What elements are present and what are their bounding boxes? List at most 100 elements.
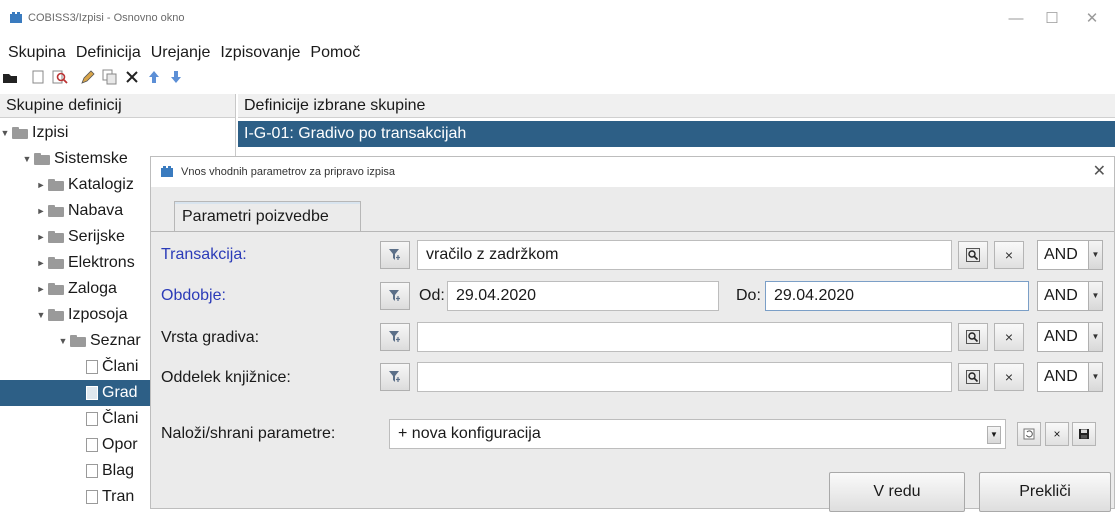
menu-definicija[interactable]: Definicija bbox=[76, 44, 141, 62]
tree-node-zaloga[interactable]: ► Zaloga bbox=[36, 276, 117, 302]
move-up-icon[interactable] bbox=[144, 67, 164, 87]
cobiss-app-icon bbox=[10, 12, 22, 23]
save-icon[interactable] bbox=[1072, 422, 1096, 446]
clear-icon[interactable]: × bbox=[994, 323, 1024, 351]
tree-node-nabava[interactable]: ► Nabava bbox=[36, 198, 124, 224]
document-icon bbox=[86, 438, 98, 452]
document-icon bbox=[86, 464, 98, 478]
folder-icon bbox=[34, 153, 50, 165]
operator-select[interactable]: AND ▼ bbox=[1037, 322, 1103, 352]
tree-node-blagajna[interactable]: Blag bbox=[86, 458, 134, 484]
vrsta-gradiva-field[interactable] bbox=[417, 322, 952, 352]
tree-node-sistemske[interactable]: ▼ Sistemske bbox=[22, 146, 128, 172]
tree-node-opomini[interactable]: Opor bbox=[86, 432, 138, 458]
collapsed-arrow-icon[interactable]: ► bbox=[36, 172, 46, 198]
tree-node-izpisi[interactable]: ▼ Izpisi bbox=[0, 120, 69, 146]
tree-node-transakcije[interactable]: Tran bbox=[86, 484, 134, 510]
search-icon[interactable] bbox=[958, 363, 988, 391]
tree-node-clani-1[interactable]: Člani bbox=[86, 354, 138, 380]
tree-node-label: Seznar bbox=[90, 332, 141, 349]
filter-icon[interactable] bbox=[380, 363, 410, 391]
tree-node-label: Zaloga bbox=[68, 280, 117, 297]
menu-izpisovanje[interactable]: Izpisovanje bbox=[220, 44, 300, 62]
config-select[interactable]: + nova konfiguracija ▼ bbox=[389, 419, 1006, 449]
folder-icon bbox=[48, 257, 64, 269]
vrsta-gradiva-label: Vrsta gradiva: bbox=[161, 329, 260, 346]
tree-node-izposoja[interactable]: ▼ Izposoja bbox=[36, 302, 128, 328]
tree-node-label: Člani bbox=[102, 358, 139, 375]
menu-pomoc[interactable]: Pomoč bbox=[310, 44, 360, 62]
operator-value: AND bbox=[1044, 328, 1078, 345]
config-label: Naloži/shrani parametre: bbox=[161, 425, 336, 442]
parameters-dialog: Vnos vhodnih parametrov za pripravo izpi… bbox=[150, 156, 1115, 512]
clear-icon[interactable]: × bbox=[994, 241, 1024, 269]
expanded-arrow-icon[interactable]: ▼ bbox=[36, 302, 46, 328]
new-icon[interactable] bbox=[28, 67, 48, 87]
tree-node-label: Grad bbox=[102, 384, 138, 401]
tree-node-label: Serijske bbox=[68, 228, 125, 245]
folder-icon bbox=[48, 309, 64, 321]
delete-icon[interactable] bbox=[122, 67, 142, 87]
od-date-field[interactable]: 29.04.2020 bbox=[447, 281, 719, 311]
menu-skupina[interactable]: Skupina bbox=[8, 44, 66, 62]
tab-parametri-poizvedbe[interactable]: Parametri poizvedbe bbox=[174, 201, 361, 231]
filter-icon[interactable] bbox=[380, 323, 410, 351]
tree-node-serijske[interactable]: ► Serijske bbox=[36, 224, 125, 250]
cancel-button[interactable]: Prekliči bbox=[979, 472, 1111, 512]
delete-config-icon[interactable]: × bbox=[1045, 422, 1069, 446]
oddelek-knjiznice-field[interactable] bbox=[417, 362, 952, 392]
menu-urejanje[interactable]: Urejanje bbox=[151, 44, 211, 62]
filter-icon[interactable] bbox=[380, 241, 410, 269]
dropdown-arrow-icon[interactable]: ▼ bbox=[1088, 323, 1102, 351]
tree-node-label: Elektrons bbox=[68, 254, 135, 271]
window-title: COBISS3/Izpisi - Osnovno okno bbox=[28, 12, 185, 24]
close-window-button[interactable]: ✕ bbox=[1078, 8, 1106, 30]
dialog-close-button[interactable]: ✕ bbox=[1093, 157, 1106, 187]
find-icon[interactable] bbox=[50, 67, 70, 87]
od-label: Od: bbox=[419, 287, 445, 304]
edit-icon[interactable] bbox=[78, 67, 98, 87]
dropdown-arrow-icon[interactable]: ▼ bbox=[1088, 363, 1102, 391]
minimize-button[interactable]: — bbox=[1002, 8, 1030, 30]
expanded-arrow-icon[interactable]: ▼ bbox=[58, 328, 68, 354]
operator-value: AND bbox=[1044, 287, 1078, 304]
expanded-arrow-icon[interactable]: ▼ bbox=[22, 146, 32, 172]
document-icon bbox=[86, 412, 98, 426]
expanded-arrow-icon[interactable]: ▼ bbox=[0, 120, 10, 146]
move-down-icon[interactable] bbox=[166, 67, 186, 87]
open-icon[interactable] bbox=[0, 67, 20, 87]
collapsed-arrow-icon[interactable]: ► bbox=[36, 276, 46, 302]
definition-row-selected[interactable]: I-G-01: Gradivo po transakcijah bbox=[238, 121, 1115, 147]
transakcija-field[interactable]: vračilo z zadržkom bbox=[417, 240, 952, 270]
operator-select[interactable]: AND ▼ bbox=[1037, 362, 1103, 392]
folder-icon bbox=[70, 335, 86, 347]
definitions-panel-header: Definicije izbrane skupine bbox=[238, 94, 1115, 118]
dropdown-arrow-icon[interactable]: ▼ bbox=[1088, 282, 1102, 310]
operator-select[interactable]: AND ▼ bbox=[1037, 240, 1103, 270]
tree-node-label: Katalogiz bbox=[68, 176, 134, 193]
folder-icon bbox=[12, 127, 28, 139]
operator-select[interactable]: AND ▼ bbox=[1037, 281, 1103, 311]
search-icon[interactable] bbox=[958, 323, 988, 351]
folder-icon bbox=[48, 283, 64, 295]
dropdown-arrow-icon[interactable]: ▼ bbox=[1088, 241, 1102, 269]
tree-node-katalogizacija[interactable]: ► Katalogiz bbox=[36, 172, 134, 198]
copy-icon[interactable] bbox=[100, 67, 120, 87]
maximize-button[interactable]: ☐ bbox=[1038, 8, 1066, 30]
tree-node-clani-2[interactable]: Člani bbox=[86, 406, 138, 432]
collapsed-arrow-icon[interactable]: ► bbox=[36, 198, 46, 224]
refresh-config-icon[interactable] bbox=[1017, 422, 1041, 446]
tree-node-elektronski[interactable]: ► Elektrons bbox=[36, 250, 135, 276]
ok-button[interactable]: V redu bbox=[829, 472, 965, 512]
tree-node-label: Opor bbox=[102, 436, 138, 453]
operator-value: AND bbox=[1044, 368, 1078, 385]
tree-node-seznami[interactable]: ▼ Seznar bbox=[58, 328, 141, 354]
collapsed-arrow-icon[interactable]: ► bbox=[36, 250, 46, 276]
dropdown-arrow-icon[interactable]: ▼ bbox=[987, 426, 1001, 444]
filter-icon[interactable] bbox=[380, 282, 410, 310]
search-icon[interactable] bbox=[958, 241, 988, 269]
do-date-field[interactable]: 29.04.2020 bbox=[765, 281, 1029, 311]
collapsed-arrow-icon[interactable]: ► bbox=[36, 224, 46, 250]
clear-icon[interactable]: × bbox=[994, 363, 1024, 391]
transakcija-label: Transakcija: bbox=[161, 246, 247, 263]
